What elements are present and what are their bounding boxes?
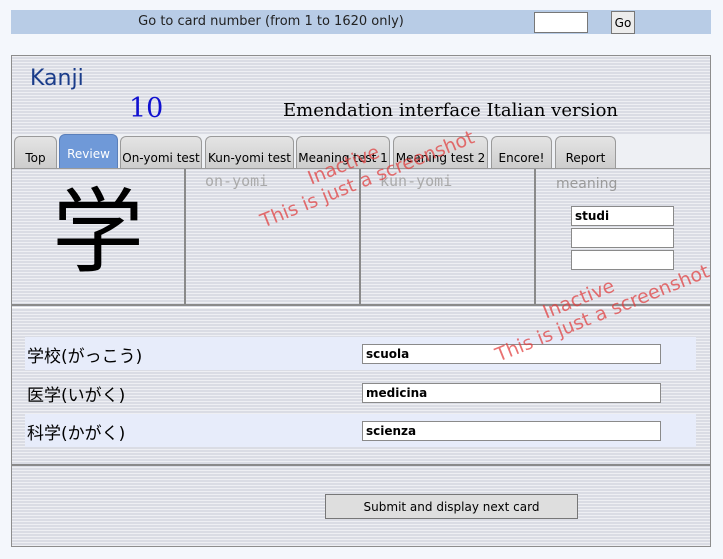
tab-encore[interactable]: Encore! bbox=[491, 136, 552, 168]
goto-card-bar: Go to card number (from 1 to 1620 only) … bbox=[11, 10, 711, 34]
kanji-cell: 学 bbox=[12, 169, 186, 304]
submit-next-card-button[interactable]: Submit and display next card bbox=[325, 494, 578, 519]
card-panel: Kanji 10 Emendation interface Italian ve… bbox=[11, 55, 711, 547]
interface-title: Emendation interface Italian version bbox=[283, 100, 619, 121]
vocab-row: 学校(がっこう) bbox=[25, 337, 696, 370]
goto-card-label: Go to card number (from 1 to 1620 only) bbox=[138, 14, 404, 29]
vocabulary-section: 学校(がっこう) 医学(いがく) 科学(かがく) bbox=[12, 307, 710, 466]
meaning-field-2[interactable] bbox=[571, 228, 674, 248]
tab-top[interactable]: Top bbox=[14, 136, 57, 168]
tab-report[interactable]: Report bbox=[555, 136, 616, 168]
tab-bar: Top Review On-yomi test Kun-yomi test Me… bbox=[12, 134, 710, 169]
vocab-word: 医学(いがく) bbox=[27, 386, 126, 406]
vocab-row: 医学(いがく) bbox=[25, 376, 696, 409]
vocab-translation-field[interactable] bbox=[362, 421, 661, 441]
on-yomi-cell: on-yomi bbox=[186, 169, 361, 304]
vocab-row: 科学(かがく) bbox=[25, 414, 696, 447]
meaning-field-1[interactable] bbox=[571, 206, 674, 226]
card-number: 10 bbox=[129, 93, 164, 124]
go-button[interactable]: Go bbox=[611, 11, 635, 34]
section-title: Kanji bbox=[30, 66, 84, 91]
vocab-word: 学校(がっこう) bbox=[27, 347, 143, 367]
vocab-translation-field[interactable] bbox=[362, 383, 661, 403]
tab-meaning-test-1[interactable]: Meaning test 1 bbox=[296, 136, 390, 168]
meaning-label: meaning bbox=[556, 176, 618, 192]
tab-kun-yomi-test[interactable]: Kun-yomi test bbox=[205, 136, 294, 168]
vocab-word: 科学(かがく) bbox=[27, 424, 126, 444]
kanji-info-row: 学 on-yomi kun-yomi meaning bbox=[12, 169, 710, 306]
on-yomi-label: on-yomi bbox=[205, 172, 269, 190]
tab-review[interactable]: Review bbox=[59, 134, 118, 168]
kun-yomi-label: kun-yomi bbox=[380, 172, 453, 190]
meaning-field-3[interactable] bbox=[571, 250, 674, 270]
tab-on-yomi-test[interactable]: On-yomi test bbox=[120, 136, 202, 168]
kun-yomi-cell: kun-yomi bbox=[361, 169, 536, 304]
meaning-cell: meaning bbox=[536, 169, 710, 304]
vocab-translation-field[interactable] bbox=[362, 344, 661, 364]
card-number-input[interactable] bbox=[534, 12, 588, 33]
tab-meaning-test-2[interactable]: Meaning test 2 bbox=[393, 136, 488, 168]
kanji-character: 学 bbox=[52, 179, 145, 286]
